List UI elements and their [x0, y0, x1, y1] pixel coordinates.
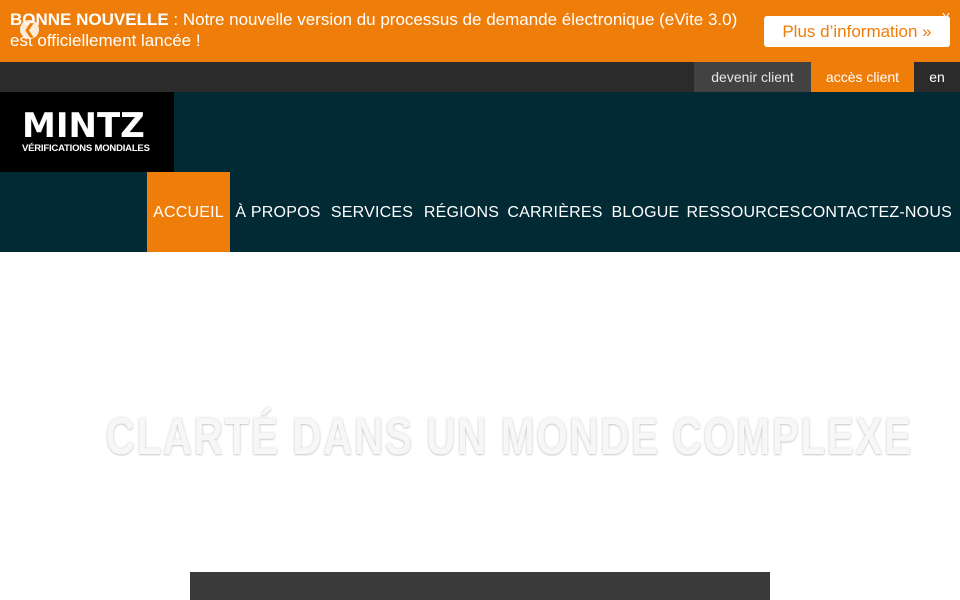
nav-item-carrieres[interactable]: CARRIÈRES	[505, 172, 605, 252]
nav-item-regions[interactable]: RÉGIONS	[418, 172, 505, 252]
announcement-text: BONNE NOUVELLE : Notre nouvelle version …	[10, 9, 750, 51]
logo-wordmark: MINTZ	[22, 106, 145, 146]
become-client-link[interactable]: devenir client	[694, 62, 811, 92]
nav-item-accueil[interactable]: ACCUEIL	[147, 172, 230, 252]
logo-tagline: VÉRIFICATIONS MONDIALES	[22, 143, 150, 154]
client-access-link[interactable]: accès client	[811, 62, 914, 92]
nav-item-blogue[interactable]: BLOGUE	[605, 172, 686, 252]
nav-item-ressources[interactable]: RESSOURCES	[686, 172, 801, 252]
nav-item-contactez-nous[interactable]: CONTACTEZ-NOUS	[801, 172, 952, 252]
nav-item-services[interactable]: SERVICES	[326, 172, 418, 252]
utility-bar: devenir client accès client en	[0, 62, 960, 92]
close-icon[interactable]: X	[939, 10, 953, 26]
site-header: MINTZ VÉRIFICATIONS MONDIALES ACCUEIL À …	[0, 92, 960, 252]
mintz-logo[interactable]: MINTZ VÉRIFICATIONS MONDIALES	[0, 92, 174, 172]
main-nav: ACCUEIL À PROPOS SERVICES RÉGIONS CARRIÈ…	[0, 172, 960, 252]
more-info-button[interactable]: Plus d’information »	[764, 16, 950, 47]
announcement-banner: BONNE NOUVELLE : Notre nouvelle version …	[0, 0, 960, 62]
language-switch-link[interactable]: en	[914, 62, 960, 92]
hero-content-box	[190, 572, 770, 600]
nav-item-a-propos[interactable]: À PROPOS	[230, 172, 326, 252]
hero-title: CLARTÉ DANS UN MONDE COMPLEXE	[105, 408, 913, 466]
arrow-left-icon[interactable]: ❮	[20, 20, 39, 39]
